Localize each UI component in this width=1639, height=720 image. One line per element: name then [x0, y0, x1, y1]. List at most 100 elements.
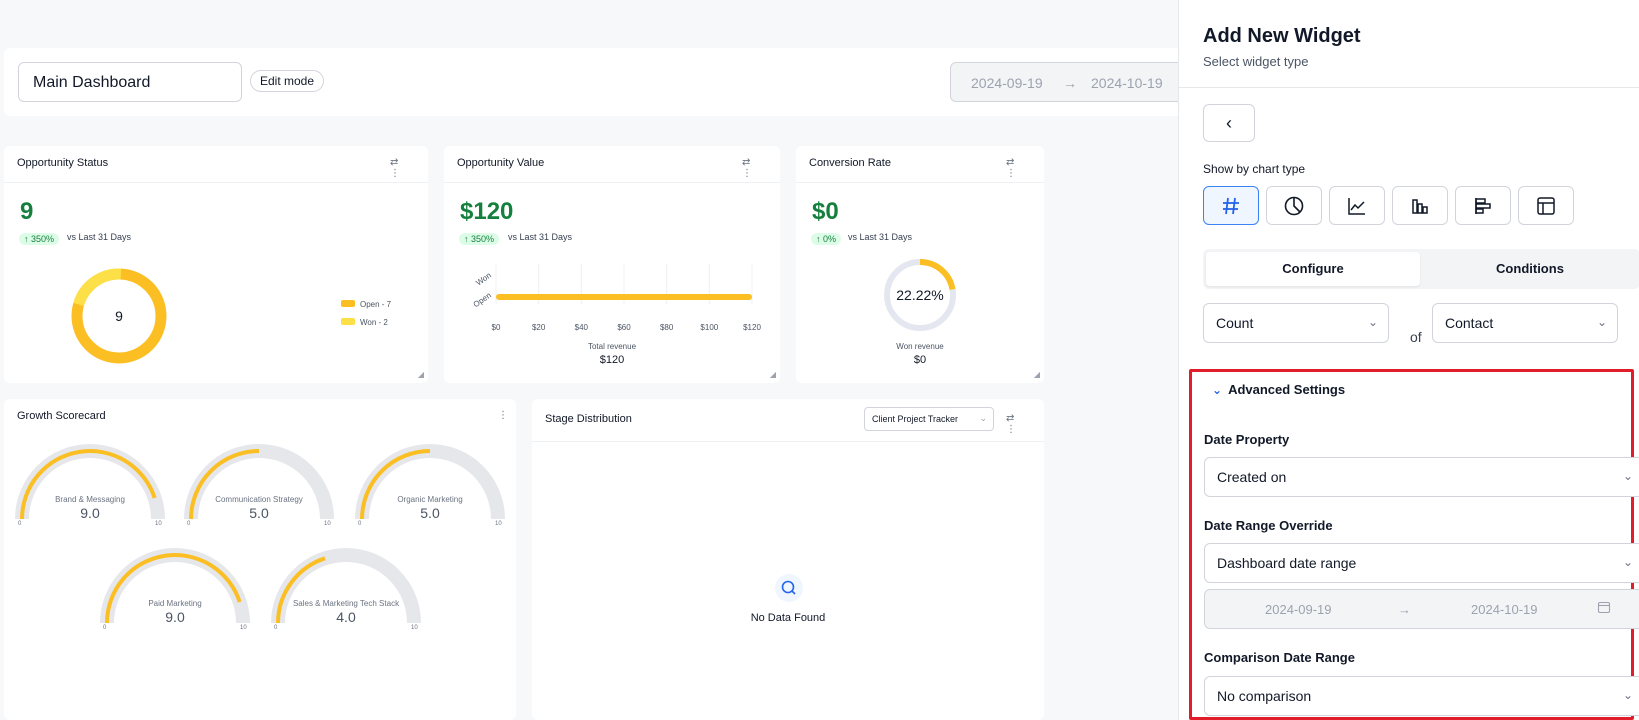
tab-conditions[interactable]: Conditions: [1423, 252, 1637, 286]
widget-growth-scorecard: Growth Scorecard ⋮ Brand & Messaging 9.0 0…: [4, 399, 516, 720]
date-end: 2024-10-19: [1091, 75, 1163, 91]
widget-title: Conversion Rate: [809, 157, 891, 169]
resize-handle-icon[interactable]: ◢: [418, 370, 424, 379]
comparison-date-range-select[interactable]: No comparison ⌄: [1204, 676, 1639, 716]
x-tick-label: $120: [743, 323, 761, 332]
gauge-max-tick: 10: [495, 521, 502, 527]
add-widget-panel: Add New Widget Select widget type ‹ Show…: [1178, 0, 1639, 720]
object-select[interactable]: Contact ⌄: [1432, 303, 1618, 343]
table-icon: [1537, 196, 1555, 215]
change-badge: ↑ 350%: [459, 233, 500, 245]
back-button[interactable]: ‹: [1203, 104, 1255, 142]
calendar-icon: [1597, 600, 1611, 617]
chart-type-table[interactable]: [1518, 186, 1574, 225]
override-date-range-input[interactable]: 2024-09-19 → 2024-10-19: [1204, 589, 1639, 629]
widget-title: Opportunity Value: [457, 157, 545, 169]
legend-item-won: Won - 2: [341, 318, 388, 327]
comparison-date-range-label: Comparison Date Range: [1204, 650, 1355, 665]
empty-state-text: No Data Found: [750, 612, 826, 624]
number-icon: [1223, 197, 1239, 214]
gauge-min-tick: 0: [274, 625, 278, 631]
config-tabs: Configure Conditions: [1203, 249, 1639, 289]
widget-actions[interactable]: ⇄ ⋮: [1006, 157, 1044, 179]
line-chart-icon: [1348, 197, 1365, 215]
conversion-gauge: 22.22%: [884, 259, 956, 331]
gauge-max-tick: 10: [411, 625, 418, 631]
widget-conversion-rate: Conversion Rate ⇄ ⋮ $0 ↑ 0% vs Last 31 D…: [796, 146, 1044, 383]
chevron-down-icon: ⌄: [1622, 688, 1633, 702]
widget-actions[interactable]: ⇄ ⋮: [742, 157, 780, 179]
donut-chart: 9: [71, 268, 167, 364]
gauge-value: 22.22%: [896, 287, 943, 303]
bar: [496, 294, 752, 300]
chart-type-label: Show by chart type: [1203, 162, 1306, 176]
date-range-override-select[interactable]: Dashboard date range ⌄: [1204, 543, 1639, 583]
gauge-label: Organic Marketing: [397, 495, 463, 504]
horizontal-bar-icon: [1475, 197, 1491, 214]
metric-value: 9: [20, 198, 34, 225]
gauge-label: Communication Strategy: [215, 495, 303, 504]
resize-handle-icon[interactable]: ◢: [770, 370, 776, 379]
x-tick-label: $0: [492, 323, 501, 332]
resize-handle-icon[interactable]: ◢: [1034, 370, 1040, 379]
pipeline-select[interactable]: Client Project Tracker ⌄: [864, 407, 994, 431]
date-range-override-label: Date Range Override: [1204, 518, 1333, 533]
arrow-right-icon: →: [1398, 602, 1411, 617]
date-property-label: Date Property: [1204, 432, 1290, 447]
dashboard-date-range[interactable]: 2024-09-19 → 2024-10-19: [950, 62, 1210, 102]
gauge-group: Brand & Messaging 9.0 0 10 Communication Str…: [4, 399, 516, 720]
widget-opportunity-status: Opportunity Status ⇄ ⋮ 9 ↑ 350% vs Last …: [4, 146, 428, 383]
date-start: 2024-09-19: [971, 75, 1043, 91]
chart-type-pie[interactable]: [1266, 186, 1322, 225]
chevron-down-icon: ⌄: [1596, 315, 1607, 329]
widget-title: Opportunity Status: [17, 157, 109, 169]
chart-type-bar[interactable]: [1392, 186, 1448, 225]
gauge-min-tick: 0: [18, 521, 22, 527]
gauge-label: Brand & Messaging: [55, 495, 125, 504]
advanced-settings-section: ⌄ Advanced Settings Date Property Created…: [1189, 369, 1639, 720]
gauge-label: Paid Marketing: [148, 599, 202, 608]
widget-actions[interactable]: ⇄ ⋮: [390, 157, 428, 179]
x-tick-label: $20: [532, 323, 546, 332]
widget-actions[interactable]: ⇄ ⋮: [1006, 413, 1044, 435]
widget-opportunity-value: Opportunity Value ⇄ ⋮ $120 ↑ 350% vs Las…: [444, 146, 780, 383]
chart-type-number[interactable]: [1203, 186, 1259, 225]
metric-value: $0: [812, 198, 839, 225]
gauge-value: 4.0: [336, 609, 356, 625]
change-badge: ↑ 350%: [19, 233, 60, 245]
bar-chart: $0 $20 $40 $60 $80 $100 $120 Won Open: [472, 264, 761, 332]
dashboard-header: Main Dashboard Edit mode 2024-09-19 → 20…: [4, 48, 1210, 116]
date-end: 2024-10-19: [1471, 602, 1538, 617]
aggregate-select[interactable]: Count ⌄: [1203, 303, 1389, 343]
edit-mode-button[interactable]: Edit mode: [250, 70, 325, 92]
chart-type-line[interactable]: [1329, 186, 1385, 225]
chart-type-horizontal-bar[interactable]: [1455, 186, 1511, 225]
y-tick-label: Won: [474, 271, 493, 288]
bar-chart-icon: [1412, 198, 1428, 214]
footer-value: $0: [913, 354, 927, 366]
legend-item-open: Open - 7: [341, 300, 391, 309]
gauge-value: 9.0: [165, 609, 185, 625]
chevron-down-icon: ⌄: [1367, 315, 1378, 329]
footer-label: Won revenue: [896, 342, 944, 351]
donut-center-value: 9: [115, 308, 123, 324]
dashboard-name-input[interactable]: Main Dashboard: [18, 62, 242, 102]
gauge-min-tick: 0: [103, 625, 107, 631]
gauge-min-tick: 0: [187, 521, 191, 527]
widget-stage-distribution: Stage Distribution Client Project Tracke…: [532, 399, 1044, 720]
search-icon: [775, 574, 803, 602]
gauge-label: Sales & Marketing Tech Stack: [292, 599, 400, 608]
vs-label: vs Last 31 Days: [67, 232, 132, 242]
panel-subtitle: Select widget type: [1203, 54, 1309, 69]
pie-chart-icon: [1284, 196, 1304, 215]
date-property-select[interactable]: Created on ⌄: [1204, 457, 1639, 497]
of-label: of: [1410, 329, 1422, 345]
tab-configure[interactable]: Configure: [1206, 252, 1420, 286]
gauge-value: 5.0: [249, 505, 269, 521]
y-tick-label: Open: [472, 291, 493, 310]
gauge-value: 9.0: [80, 505, 100, 521]
widget-title: Stage Distribution: [545, 413, 632, 425]
panel-title: Add New Widget: [1203, 25, 1361, 47]
metric-value: $120: [460, 198, 514, 225]
advanced-settings-toggle[interactable]: ⌄ Advanced Settings: [1212, 382, 1345, 397]
